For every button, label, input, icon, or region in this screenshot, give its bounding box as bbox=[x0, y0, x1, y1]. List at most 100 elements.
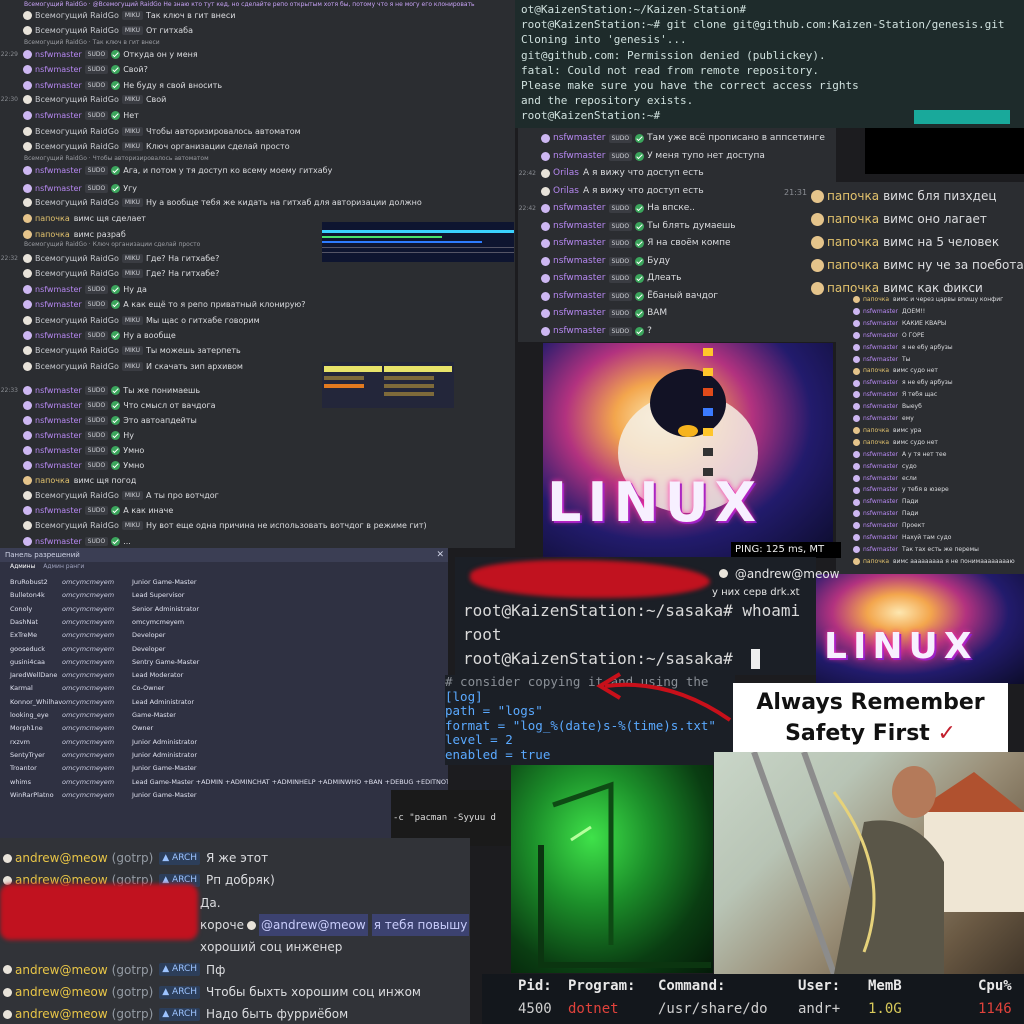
avatar[interactable] bbox=[853, 403, 860, 411]
avatar[interactable] bbox=[853, 534, 860, 542]
message-author[interactable]: nsfwmaster bbox=[553, 218, 606, 235]
message-author[interactable]: nsfwmaster bbox=[863, 342, 898, 354]
chat-message[interactable]: 22:42 Orilas А я вижу что доступ есть bbox=[518, 165, 704, 182]
chat-message[interactable]: 22:29 nsfwmaster SUDO Откуда он у меня bbox=[0, 47, 198, 62]
chat-message[interactable]: Всемогущий RaidGo MIKU Мы щас о гитхабе го… bbox=[0, 313, 260, 328]
chat-message[interactable]: nsfwmaster если bbox=[850, 473, 917, 485]
chat-message[interactable]: nsfwmaster SUDO Длеать bbox=[518, 270, 681, 287]
avatar[interactable] bbox=[23, 166, 32, 175]
message-author[interactable]: nsfwmaster bbox=[35, 47, 82, 62]
message-author[interactable]: nsfwmaster bbox=[863, 354, 898, 366]
chat-message[interactable]: nsfwmaster КАКИЕ КВАРЫ bbox=[850, 318, 946, 330]
admin-row[interactable]: WinRarPlatno omcymcmeyem Junior Game-Maste… bbox=[10, 789, 197, 802]
message-author[interactable]: nsfwmaster bbox=[863, 520, 898, 532]
avatar[interactable] bbox=[23, 26, 32, 35]
avatar[interactable] bbox=[541, 169, 550, 178]
message-author[interactable]: nsfwmaster bbox=[35, 413, 82, 428]
avatar[interactable] bbox=[23, 521, 32, 530]
chat-message[interactable]: nsfwmaster SUDO Ёбаный вачдог bbox=[518, 288, 718, 305]
message-author[interactable]: nsfwmaster bbox=[35, 328, 82, 343]
message-author[interactable]: Всемогущий RaidGo bbox=[35, 23, 119, 38]
chat-message[interactable]: nsfwmaster SUDO Нет bbox=[0, 108, 139, 123]
close-icon[interactable]: ✕ bbox=[436, 550, 444, 560]
message-author[interactable]: папочка bbox=[827, 185, 879, 208]
admin-row[interactable]: JaredWellDane omcymcmeyem Lead Moderator bbox=[10, 669, 183, 682]
message-author[interactable]: nsfwmaster bbox=[35, 62, 82, 77]
message-author[interactable]: nsfwmaster bbox=[553, 235, 606, 252]
avatar[interactable] bbox=[3, 987, 12, 997]
avatar[interactable] bbox=[541, 274, 550, 283]
message-author[interactable]: nsfwmaster bbox=[863, 401, 898, 413]
chat-message[interactable]: 22:33 nsfwmaster SUDO Ты же понимаешь bbox=[0, 383, 200, 398]
chat-message[interactable]: nsfwmaster SUDO Ну а вообще bbox=[0, 328, 176, 343]
avatar[interactable] bbox=[811, 282, 824, 295]
message-author[interactable]: nsfwmaster bbox=[553, 253, 606, 270]
avatar[interactable] bbox=[541, 256, 550, 266]
message-author[interactable]: Всемогущий RaidGo bbox=[35, 266, 119, 281]
chat-message[interactable]: andrew@meow (gotrp) ▲ ARCH Надо быть фурриё… bbox=[0, 1003, 348, 1024]
message-author[interactable]: nsfwmaster bbox=[35, 458, 82, 473]
avatar[interactable] bbox=[853, 510, 860, 518]
avatar[interactable] bbox=[23, 386, 32, 395]
chat-message[interactable]: папочка вимс на 5 человек bbox=[808, 231, 999, 254]
admin-row[interactable]: looking_eye omcymcmeyem Game-Master bbox=[10, 709, 176, 722]
chat-message[interactable]: andrew@meow (gotrp) ▲ ARCH Чтобы быхть хоро… bbox=[0, 981, 421, 1004]
avatar[interactable] bbox=[23, 346, 32, 355]
message-author[interactable]: nsfwmaster bbox=[553, 288, 606, 305]
user-mention[interactable]: @andrew@meow bbox=[259, 913, 368, 937]
chat-message[interactable]: папочка вимс ну че за поебота bbox=[808, 254, 1024, 277]
avatar[interactable] bbox=[853, 296, 860, 304]
chat-message[interactable]: Всемогущий RaidGo MIKU Ну а вообще тебя же… bbox=[0, 195, 422, 210]
admin-row[interactable]: Karmal omcymcmeyem Co-Owner bbox=[10, 682, 164, 695]
message-author[interactable]: nsfwmaster bbox=[863, 532, 898, 544]
chat-message[interactable]: andrew@meow (gotrp) ▲ ARCH Я же этот bbox=[0, 847, 268, 870]
message-author[interactable]: andrew@meow bbox=[15, 959, 108, 982]
message-author[interactable]: nsfwmaster bbox=[35, 163, 82, 178]
avatar[interactable] bbox=[23, 230, 32, 239]
chat-message[interactable]: nsfwmaster SUDO Что смысл от вачдога bbox=[0, 398, 216, 413]
avatar[interactable] bbox=[23, 476, 32, 485]
chat-message[interactable]: nsfwmaster SUDO Это автоапдейты bbox=[0, 413, 197, 428]
avatar[interactable] bbox=[853, 546, 860, 554]
avatar[interactable] bbox=[3, 965, 12, 975]
message-author[interactable]: папочка bbox=[863, 556, 889, 568]
chat-message[interactable]: nsfwmaster SUDO Угу bbox=[0, 181, 137, 196]
chat-message[interactable]: nsfwmaster Пади bbox=[850, 496, 918, 508]
admin-row[interactable]: gooseduck omcymcmeyem Developer bbox=[10, 643, 165, 656]
avatar[interactable] bbox=[23, 285, 32, 294]
message-author[interactable]: nsfwmaster bbox=[35, 503, 82, 518]
avatar[interactable] bbox=[23, 362, 32, 371]
chat-message[interactable]: Всемогущий RaidGo MIKU От гитхаба bbox=[0, 23, 193, 38]
chat-message[interactable]: Orilas А я вижу что доступ есть bbox=[518, 183, 704, 200]
message-author[interactable]: nsfwmaster bbox=[863, 449, 898, 461]
avatar[interactable] bbox=[853, 415, 860, 423]
avatar[interactable] bbox=[811, 190, 824, 203]
message-author[interactable]: nsfwmaster bbox=[35, 181, 82, 196]
avatar[interactable] bbox=[541, 151, 550, 161]
chat-message[interactable]: Всемогущий RaidGo MIKU Так ключ в гит внес… bbox=[0, 8, 235, 23]
chat-message[interactable]: nsfwmaster ДОЕМ!! bbox=[850, 306, 925, 318]
message-author[interactable]: nsfwmaster bbox=[863, 508, 898, 520]
avatar[interactable] bbox=[853, 450, 860, 458]
message-author[interactable]: папочка bbox=[827, 231, 879, 254]
message-author[interactable]: nsfwmaster bbox=[863, 413, 898, 425]
message-author[interactable]: папочка bbox=[863, 425, 889, 437]
chat-message[interactable]: nsfwmaster SUDO Ну да bbox=[0, 282, 147, 297]
avatar[interactable] bbox=[23, 269, 32, 278]
admin-row[interactable]: Bulleton4k omcymcmeyem Lead Supervisor bbox=[10, 589, 184, 602]
message-author[interactable]: nsfwmaster bbox=[35, 383, 82, 398]
message-author[interactable]: nsfwmaster bbox=[35, 534, 82, 548]
chat-message[interactable]: nsfwmaster А у тя нет тее bbox=[850, 449, 946, 461]
chat-message[interactable]: nsfwmaster SUDO Умно bbox=[0, 443, 144, 458]
avatar[interactable] bbox=[853, 498, 860, 506]
admin-row[interactable]: SentyTryer omcymcmeyem Junior Administrato… bbox=[10, 749, 197, 762]
chat-message[interactable]: nsfwmaster SUDO Я на своём компе bbox=[518, 235, 731, 252]
avatar[interactable] bbox=[541, 239, 550, 248]
avatar[interactable] bbox=[853, 379, 860, 387]
message-author[interactable]: nsfwmaster bbox=[35, 443, 82, 458]
avatar[interactable] bbox=[541, 204, 550, 213]
admin-row[interactable]: ExTreMe omcymcmeyem Developer bbox=[10, 629, 165, 642]
admin-row[interactable]: Konnor_Whilhavomcymcmeyem Lead Administra… bbox=[10, 696, 194, 709]
message-author[interactable]: папочка bbox=[827, 254, 879, 277]
message-author[interactable]: andrew@meow bbox=[15, 1003, 108, 1024]
